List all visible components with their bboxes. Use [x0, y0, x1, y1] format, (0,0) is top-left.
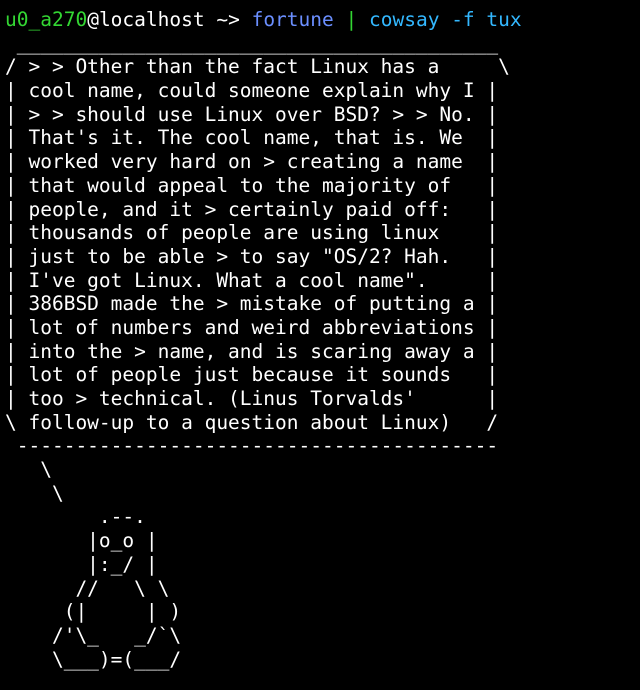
command-prompt-line: u0_a270@localhost ~> fortune | cowsay -f… [5, 8, 640, 32]
tux-ascii-line: .--. [5, 505, 146, 529]
speech-bubble-line: | too > technical. (Linus Torvalds' | [5, 387, 499, 410]
command-fortune: fortune [251, 8, 334, 31]
command-cowsay: cowsay [369, 8, 440, 31]
command-pipe: | [333, 8, 369, 31]
speech-bubble-line: / > > Other than the fact Linux has a \ [5, 55, 510, 79]
terminal-window[interactable]: u0_a270@localhost ~> fortune | cowsay -f… [0, 0, 640, 690]
speech-bubble-line: | thousands of people are using linux | [5, 221, 499, 245]
speech-bubble-line: | > > should use Linux over BSD? > > No.… [5, 102, 499, 126]
tux-ascii-line: \ [5, 458, 52, 482]
tux-ascii-line: \ [5, 481, 64, 505]
speech-bubble-line: \ follow-up to a question about Linux) / [5, 410, 499, 434]
tux-ascii-line: |o_o | [5, 529, 158, 553]
tux-ascii-line: /'\_ _/`\ [5, 623, 182, 647]
command-args: -f tux [439, 8, 522, 31]
tux-ascii-line: (| | ) [5, 600, 182, 624]
speech-bubble-line: | that would appeal to the majority of | [5, 173, 499, 197]
tux-ascii-line: \___)=(___/ [5, 647, 182, 671]
command-output: ________________________________________… [5, 32, 640, 672]
tux-ascii-line: |:_/ | [5, 552, 158, 576]
speech-bubble-line: | I've got Linux. What a cool name". | [5, 268, 499, 292]
prompt-arrow: ~> [204, 8, 252, 31]
speech-bubble-line: | just to be able > to say "OS/2? Hah. | [5, 244, 499, 268]
speech-bubble-line: | lot of people just because it sounds | [5, 363, 499, 387]
tux-ascii-line: // \ \ [5, 576, 170, 600]
speech-bubble-line: | into the > name, and is scaring away a… [5, 339, 499, 363]
prompt-user: u0_a270 [5, 8, 88, 31]
speech-bubble-top: ________________________________________… [5, 31, 499, 55]
speech-bubble-line: | 386BSD made the > mistake of putting a… [5, 292, 499, 316]
speech-bubble-line: | people, and it > certainly paid off: | [5, 197, 499, 221]
speech-bubble-line: | That's it. The cool name, that is. We … [5, 126, 499, 150]
speech-bubble-line: | cool name, could someone explain why I… [5, 79, 499, 103]
prompt-at: @ [87, 8, 99, 31]
speech-bubble-bottom: ----------------------------------------… [5, 434, 499, 458]
speech-bubble-line: | lot of numbers and weird abbreviations… [5, 315, 499, 339]
prompt-host: localhost [98, 8, 205, 31]
speech-bubble-line: | worked very hard on > creating a name … [5, 150, 499, 174]
